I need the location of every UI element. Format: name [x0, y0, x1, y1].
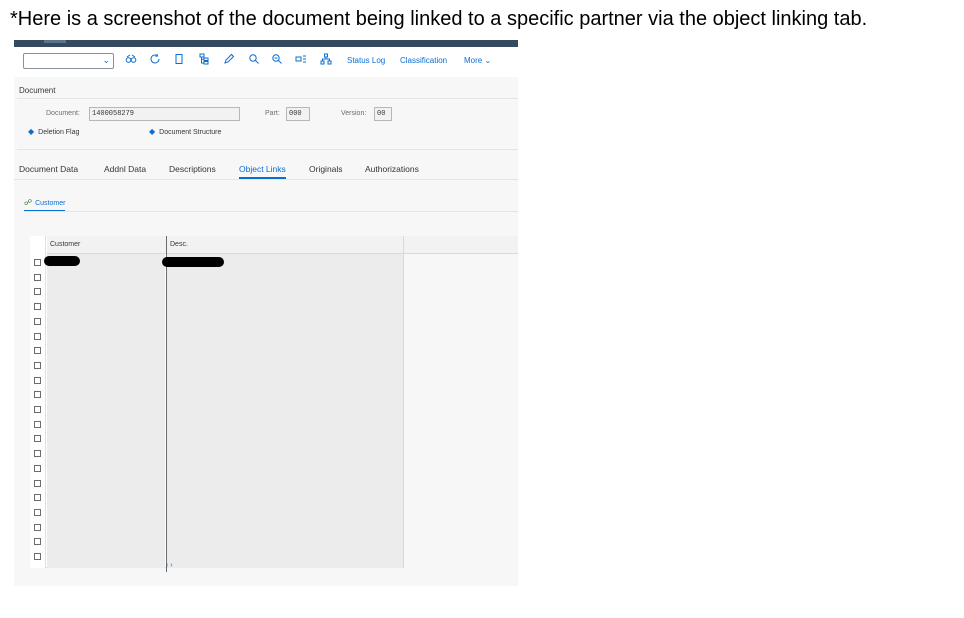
search-next-icon[interactable] — [270, 53, 284, 67]
tab-descriptions[interactable]: Descriptions — [169, 164, 216, 177]
command-field[interactable]: ⌄ — [23, 53, 114, 69]
edit-icon[interactable] — [222, 53, 236, 67]
shell-bar — [14, 40, 518, 47]
diamond-icon: ◆ — [28, 127, 35, 136]
part-label: Part: — [265, 110, 280, 117]
document-label: Document: — [46, 110, 80, 117]
shell-tab-indicator — [44, 40, 66, 43]
more-button[interactable]: More ⌄ — [464, 56, 491, 65]
column-divider-2 — [403, 236, 404, 568]
sap-window: ⌄ Status Log Classification More ⌄ Docum… — [14, 40, 518, 586]
document-structure[interactable]: ◆ Document Structure — [149, 127, 221, 136]
screenshot-caption: *Here is a screenshot of the document be… — [10, 8, 868, 30]
document-structure-label: Document Structure — [159, 129, 222, 136]
tab-authorizations[interactable]: Authorizations — [365, 164, 419, 177]
row-select-checkbox[interactable] — [34, 317, 41, 325]
layout-icon[interactable] — [294, 53, 308, 67]
row-select-checkbox[interactable] — [34, 479, 41, 487]
customer-link-icon: ☍ — [24, 198, 33, 207]
document-header: Document: 1400058279 Part: 000 Version: … — [17, 98, 518, 150]
version-label: Version: — [341, 110, 367, 117]
row-select-checkbox[interactable] — [34, 494, 41, 502]
row-select-checkbox[interactable] — [34, 508, 41, 516]
row-select-checkbox[interactable] — [34, 420, 41, 428]
column-divider[interactable] — [166, 236, 167, 572]
row-select-checkbox[interactable] — [34, 435, 41, 443]
row-select-checkbox[interactable] — [34, 406, 41, 413]
status-log-button[interactable]: Status Log — [347, 56, 385, 65]
column-header-customer[interactable]: Customer — [47, 236, 166, 254]
refresh-icon[interactable] — [148, 53, 162, 67]
chevron-down-icon: ⌄ — [484, 56, 492, 65]
row-select-checkbox[interactable] — [34, 538, 41, 546]
row-select-checkbox[interactable] — [34, 361, 41, 369]
row-select-checkbox[interactable] — [34, 273, 41, 281]
row-select-checkbox[interactable] — [34, 450, 41, 458]
search-icon[interactable] — [247, 53, 261, 67]
empty-column — [404, 254, 518, 568]
customer-column — [47, 254, 165, 568]
column-header-desc[interactable]: Desc. — [167, 236, 403, 254]
chevron-down-icon[interactable]: ⌄ — [102, 55, 110, 66]
desc-column — [167, 254, 403, 568]
document-number-field[interactable]: 1400058279 — [89, 107, 240, 121]
part-field[interactable]: 000 — [286, 107, 310, 121]
row-select-checkbox[interactable] — [34, 523, 41, 531]
row-select-checkbox[interactable] — [34, 464, 41, 472]
tab-originals[interactable]: Originals — [309, 164, 343, 177]
subtab-divider — [24, 211, 518, 212]
object-links-table: Customer Desc. — [30, 236, 518, 572]
more-label: More — [464, 56, 483, 65]
redacted-desc — [162, 257, 224, 267]
column-header-empty — [404, 236, 518, 254]
row-select-checkbox[interactable] — [34, 376, 41, 384]
tab-document-data[interactable]: Document Data — [19, 164, 78, 177]
classification-button[interactable]: Classification — [400, 56, 447, 65]
subtab-customer[interactable]: ☍ Customer — [24, 198, 66, 212]
tree-icon[interactable] — [197, 53, 211, 67]
version-field[interactable]: 00 — [374, 107, 392, 121]
row-select-checkbox[interactable] — [34, 332, 41, 340]
tab-addnl-data[interactable]: Addnl Data — [104, 164, 146, 177]
row-select-checkbox[interactable] — [34, 553, 41, 560]
row-selector-column — [30, 236, 46, 568]
section-title: Document — [19, 86, 56, 95]
row-select-checkbox[interactable] — [34, 303, 41, 311]
glasses-icon[interactable] — [124, 53, 138, 67]
column-scroll-arrows[interactable]: ‹ › — [166, 562, 173, 569]
subtab-label: Customer — [35, 200, 66, 207]
copy-icon[interactable] — [172, 53, 186, 67]
hierarchy-icon[interactable] — [319, 53, 333, 67]
row-select-checkbox[interactable] — [34, 288, 41, 296]
tab-object-links[interactable]: Object Links — [239, 164, 286, 179]
deletion-flag-label: Deletion Flag — [38, 129, 80, 136]
toolbar: ⌄ Status Log Classification More ⌄ — [14, 47, 518, 77]
deletion-flag[interactable]: ◆ Deletion Flag — [28, 127, 79, 136]
row-select-checkbox[interactable] — [34, 347, 41, 355]
row-select-checkbox[interactable] — [34, 259, 41, 266]
row-select-checkbox[interactable] — [34, 391, 41, 399]
tab-bar: Document Data Addnl Data Descriptions Ob… — [14, 160, 518, 180]
redacted-customer — [44, 256, 80, 266]
diamond-icon: ◆ — [149, 127, 156, 136]
